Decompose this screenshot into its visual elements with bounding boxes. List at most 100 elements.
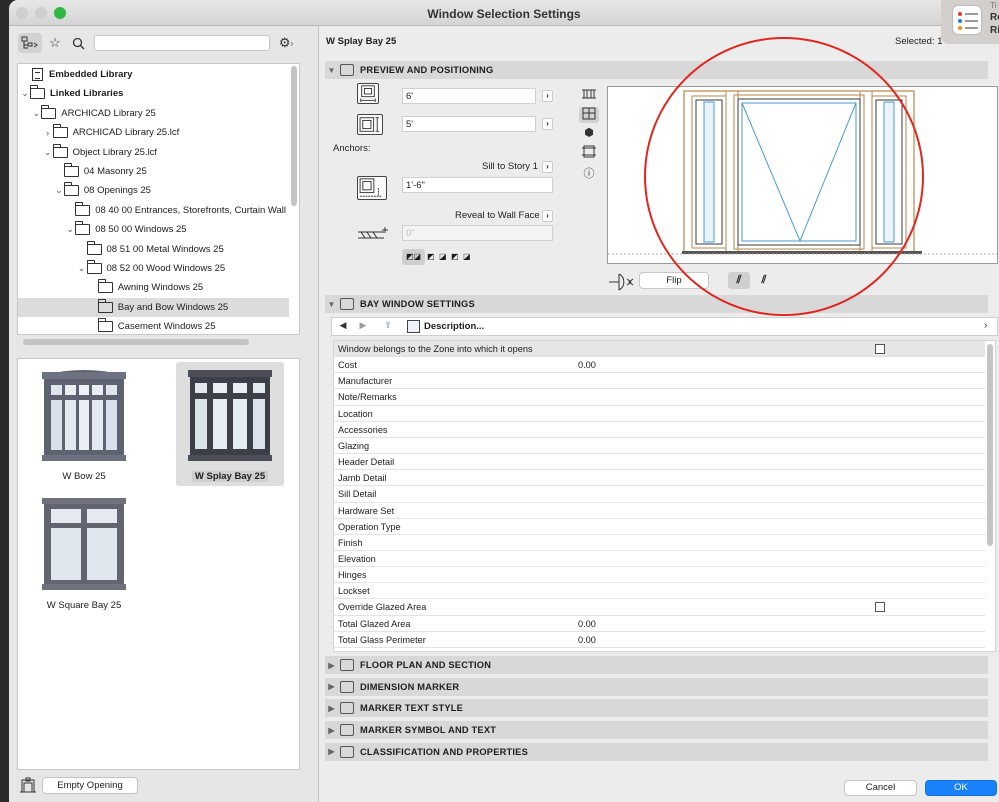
window-title: Window Selection Settings xyxy=(427,7,581,21)
tree-item[interactable]: Casement Windows 25 xyxy=(18,317,289,334)
tree-item[interactable]: Bay and Bow Windows 25 xyxy=(18,297,289,317)
chevron-down-icon[interactable]: ⌄ xyxy=(54,185,64,196)
property-row[interactable]: Hardware Set xyxy=(334,503,985,519)
tree-item[interactable]: 04 Masonry 25 xyxy=(18,162,289,181)
tree-item[interactable]: ⌄ ARCHICAD Library 25 xyxy=(18,104,289,123)
anchor-mode-1-icon[interactable]: ◩◪ xyxy=(402,249,425,265)
property-row[interactable]: Total Glazed Area 0.00 xyxy=(334,616,985,632)
property-row[interactable]: Location xyxy=(334,406,985,422)
ok-button[interactable]: OK xyxy=(925,780,997,796)
anchor-mode-3-icon[interactable]: ◪ xyxy=(439,249,451,265)
property-checkbox[interactable] xyxy=(875,344,885,354)
front-view-icon[interactable] xyxy=(579,107,599,123)
3d-view-icon[interactable]: ⬢ xyxy=(579,126,599,142)
collapsed-section-header[interactable]: ▶ DIMENSION MARKER xyxy=(325,677,988,696)
property-row[interactable]: Manufacturer xyxy=(334,373,985,390)
tree-item[interactable]: 08 51 00 Metal Windows 25 xyxy=(18,240,289,259)
property-row[interactable]: Total Glass Perimeter 0.00 xyxy=(334,632,985,648)
info-icon[interactable]: ⓘ xyxy=(579,165,599,181)
chevron-right-icon[interactable]: › xyxy=(43,128,53,138)
library-tree[interactable]: Embedded Library ⌄ Linked Libraries ⌄ ARCHIC… xyxy=(17,63,300,335)
property-row[interactable]: Glazing xyxy=(334,438,985,455)
thumbnail-w-square-bay[interactable]: W Square Bay 25 xyxy=(30,491,138,615)
property-checkbox[interactable] xyxy=(875,602,885,613)
library-settings-gear-icon[interactable]: ⚙ › xyxy=(275,33,297,53)
property-row[interactable]: Hinges xyxy=(334,567,985,584)
elevation-view-icon[interactable] xyxy=(579,88,599,104)
favorites-star-icon[interactable]: ☆ xyxy=(46,33,64,53)
properties-list[interactable]: Window belongs to the Zone into which it… xyxy=(333,340,996,652)
tree-item[interactable]: ⌄ 08 52 00 Wood Windows 25 xyxy=(18,259,289,278)
property-row[interactable]: Lockset xyxy=(334,583,985,600)
collapsed-section-header[interactable]: ▶ FLOOR PLAN AND SECTION xyxy=(325,656,988,674)
section-view-icon[interactable] xyxy=(579,145,599,161)
property-row[interactable]: Finish xyxy=(334,535,985,551)
height-field[interactable]: 5' xyxy=(402,116,536,132)
previous-page-icon[interactable]: ◀ xyxy=(335,320,351,333)
library-toolbar: ☆ ⚙ › xyxy=(9,26,319,60)
tree-horizontal-scrollbar[interactable] xyxy=(23,339,249,345)
chevron-down-icon[interactable]: ⌄ xyxy=(65,224,75,235)
section-title: FLOOR PLAN AND SECTION xyxy=(360,660,492,670)
property-row[interactable]: Note/Remarks xyxy=(334,389,985,406)
reveal-field[interactable]: 0" xyxy=(402,225,553,241)
property-row[interactable]: Sill Detail xyxy=(334,486,985,503)
property-value[interactable]: 0.00 xyxy=(578,635,596,645)
next-page-icon[interactable]: ▶ xyxy=(355,320,371,333)
anchor-mode-4-icon[interactable]: ◩ xyxy=(451,249,463,265)
thumbnail-w-splay-bay[interactable]: W Splay Bay 25 xyxy=(176,362,284,486)
bay-window-settings-section-header[interactable]: ▼ BAY WINDOW SETTINGS xyxy=(325,295,988,313)
property-value[interactable]: 0.00 xyxy=(578,619,596,629)
property-row[interactable]: Jamb Detail xyxy=(334,470,985,487)
description-chevron-icon[interactable]: › xyxy=(984,320,987,331)
search-icon[interactable] xyxy=(69,33,87,53)
tree-item[interactable]: ⌄ Object Library 25.lcf xyxy=(18,143,289,162)
tree-item[interactable]: Embedded Library xyxy=(18,65,289,84)
tree-item[interactable]: 08 40 00 Entrances, Storefronts, Curtain… xyxy=(18,201,289,220)
tree-vertical-scrollbar[interactable] xyxy=(291,66,297,206)
description-dropdown[interactable]: Description... xyxy=(424,321,484,332)
chevron-down-icon[interactable]: ⌄ xyxy=(31,108,41,119)
cancel-button[interactable]: Cancel xyxy=(844,780,917,796)
property-name: Sill Detail xyxy=(338,489,377,500)
red-annotation-circle xyxy=(644,37,924,316)
parameter-toolbar: ◀ ▶ ⇪ Description... › xyxy=(331,317,998,336)
width-field[interactable]: 6' xyxy=(402,88,536,104)
collapsed-section-header[interactable]: ▶ CLASSIFICATION AND PROPERTIES xyxy=(325,742,988,761)
sill-height-field[interactable]: 1'-6" xyxy=(402,177,553,193)
property-row[interactable]: Cost 0.00 xyxy=(334,357,985,374)
notification-banner[interactable]: Ti Re Ri xyxy=(941,0,999,44)
collapsed-section-header[interactable]: ▶ MARKER SYMBOL AND TEXT xyxy=(325,721,988,740)
notification-line-0: Ti xyxy=(990,1,997,10)
height-icon xyxy=(357,114,383,135)
library-search-input[interactable] xyxy=(94,35,270,51)
empty-opening-button[interactable]: Empty Opening xyxy=(42,777,138,794)
property-row[interactable]: Elevation xyxy=(334,551,985,568)
anchor-mode-5-icon[interactable]: ◪ xyxy=(463,249,475,265)
chevron-down-icon[interactable]: ⌄ xyxy=(43,147,53,158)
chevron-down-icon[interactable]: ⌄ xyxy=(20,88,30,99)
tree-item[interactable]: ⌄ 08 Openings 25 xyxy=(18,181,289,200)
collapsed-section-header[interactable]: ▶ MARKER TEXT STYLE xyxy=(325,699,988,718)
sill-anchor-dropdown[interactable]: › xyxy=(542,161,553,173)
property-row[interactable]: Override Glazed Area xyxy=(334,599,985,616)
library-view-button[interactable] xyxy=(18,33,42,53)
tree-item[interactable]: › ARCHICAD Library 25.lcf xyxy=(18,123,289,142)
height-more-button[interactable]: › xyxy=(542,118,553,130)
properties-scrollbar[interactable] xyxy=(987,344,993,546)
tree-item[interactable]: Awning Windows 25 xyxy=(18,278,289,297)
reveal-dropdown[interactable]: › xyxy=(542,210,553,222)
property-row[interactable]: Window belongs to the Zone into which it… xyxy=(334,341,985,358)
tree-item[interactable]: ⌄ 08 50 00 Windows 25 xyxy=(18,220,289,239)
tree-item[interactable]: ⌄ Linked Libraries xyxy=(18,84,289,103)
property-row[interactable]: Header Detail xyxy=(334,454,985,471)
anchor-mode-2-icon[interactable]: ◩ xyxy=(427,249,439,265)
property-value[interactable]: 0.00 xyxy=(578,360,596,370)
chevron-down-icon[interactable]: ⌄ xyxy=(77,263,87,274)
thumbnail-w-bow[interactable]: W Bow 25 xyxy=(30,362,138,486)
width-more-button[interactable]: › xyxy=(542,90,553,102)
parameter-import-icon[interactable]: ⇪ xyxy=(380,320,396,333)
property-row[interactable]: Accessories xyxy=(334,422,985,438)
preview-positioning-section-header[interactable]: ▼ PREVIEW AND POSITIONING xyxy=(325,61,988,79)
property-row[interactable]: Operation Type xyxy=(334,519,985,535)
